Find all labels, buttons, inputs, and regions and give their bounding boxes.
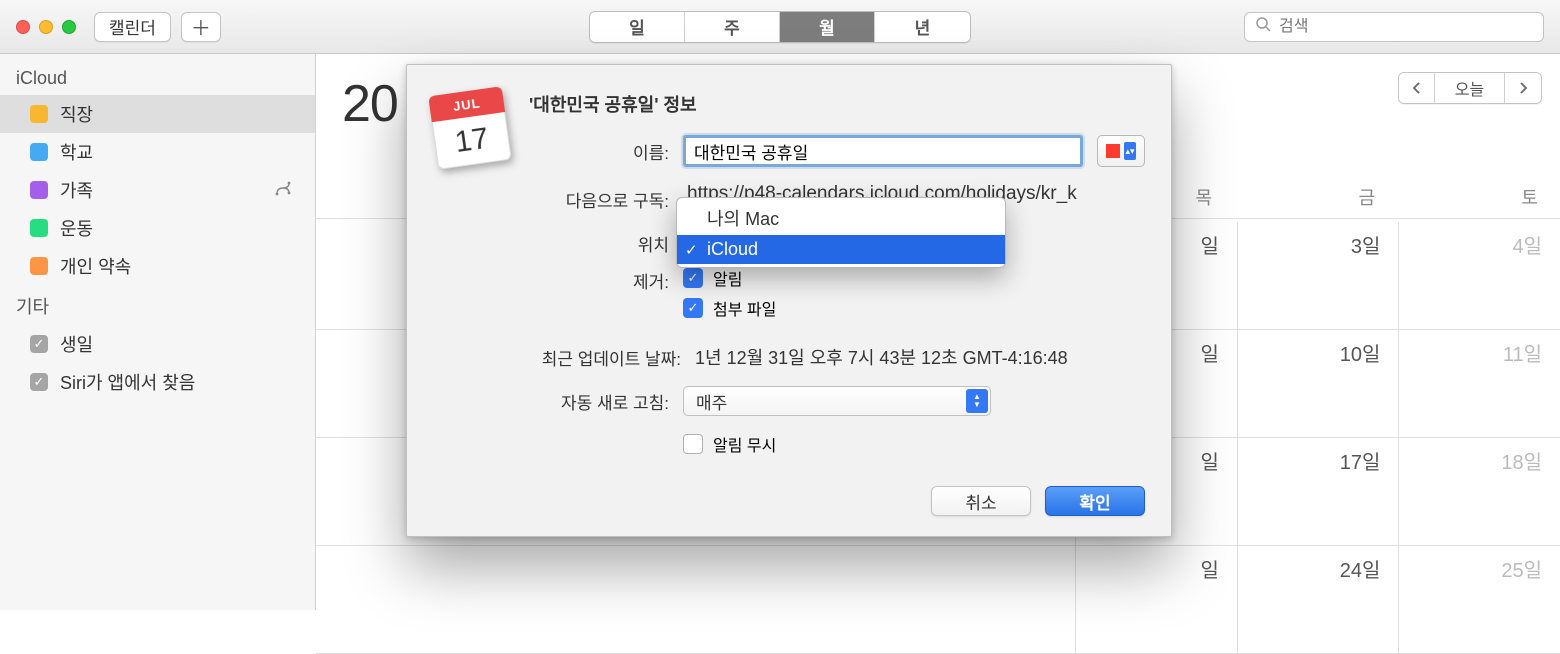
remove-label: 제거: (529, 266, 669, 293)
color-swatch-icon (30, 143, 48, 161)
search-icon (1255, 16, 1271, 37)
subscribe-url-label: 다음으로 구독: (529, 187, 669, 212)
close-window-button[interactable] (16, 20, 30, 34)
location-label: 위치 (529, 231, 669, 256)
color-swatch-icon (30, 181, 48, 199)
calendar-cell[interactable]: 10일 (1238, 330, 1400, 437)
checkbox-icon[interactable]: ✓ (30, 335, 48, 353)
sidebar-section-other: 기타 (0, 285, 315, 325)
dow-saturday: 토 (1397, 184, 1560, 218)
sidebar-item-birthdays[interactable]: ✓ 생일 (0, 325, 315, 363)
calendar-cell[interactable]: 4일 (1399, 222, 1560, 329)
traffic-lights (16, 20, 76, 34)
last-updated-label: 최근 업데이트 날짜: (529, 345, 681, 370)
dow-friday: 금 (1234, 184, 1397, 218)
month-nav: 오늘 (1398, 72, 1542, 104)
view-segmented-control: 일 주 월 년 (589, 11, 971, 43)
view-month-tab[interactable]: 월 (780, 12, 875, 42)
next-month-button[interactable] (1505, 73, 1541, 103)
calendar-cell[interactable]: 25일 (1399, 546, 1560, 653)
view-year-tab[interactable]: 년 (875, 12, 970, 42)
sidebar-section-icloud: iCloud (0, 60, 315, 95)
calendar-cell[interactable]: 18일 (1399, 438, 1560, 545)
app-title-button[interactable]: 캘린더 (94, 12, 171, 42)
checkmark-icon: ✓ (685, 241, 698, 259)
updown-icon: ▴▾ (1124, 142, 1136, 160)
calendar-cell[interactable]: 24일 (1238, 546, 1400, 653)
calendar-app-icon: JUL 17 (428, 86, 512, 170)
sidebar-item-label: 운동 (60, 215, 93, 241)
shared-icon (275, 180, 293, 201)
sidebar-item-exercise[interactable]: 운동 (0, 209, 315, 247)
color-swatch-icon (30, 257, 48, 275)
popup-item-my-mac[interactable]: 나의 Mac (677, 201, 1005, 235)
subscription-info-dialog: JUL 17 '대한민국 공휴일' 정보 이름: ▴▾ 다음으로 구독: htt… (406, 64, 1172, 537)
calendar-cell[interactable]: 17일 (1238, 438, 1400, 545)
calendar-cell[interactable]: 3일 (1238, 222, 1400, 329)
ok-button[interactable]: 확인 (1045, 486, 1145, 516)
ignore-alerts-label: 알림 무시 (713, 432, 776, 456)
checkbox-empty-icon[interactable] (683, 434, 703, 454)
prev-month-button[interactable] (1399, 73, 1435, 103)
checkbox-icon[interactable]: ✓ (30, 373, 48, 391)
auto-refresh-label: 자동 새로 고침: (529, 389, 669, 414)
checkbox-checked-icon[interactable]: ✓ (683, 268, 703, 288)
sidebar-item-school[interactable]: 학교 (0, 133, 315, 171)
dialog-title: '대한민국 공휴일' 정보 (529, 91, 1145, 117)
color-swatch-icon (30, 219, 48, 237)
ignore-alerts-row[interactable]: 알림 무시 (683, 432, 776, 456)
sidebar-item-label: 생일 (60, 331, 93, 357)
remove-attachments-row[interactable]: ✓ 첨부 파일 (683, 296, 776, 320)
calendar-row: 일 24일 25일 (316, 546, 1560, 654)
name-input[interactable] (683, 135, 1083, 167)
popup-item-icloud[interactable]: ✓ iCloud (677, 235, 1005, 264)
view-day-tab[interactable]: 일 (590, 12, 685, 42)
sidebar-item-label: 직장 (60, 101, 93, 127)
calendar-icon-day: 17 (432, 112, 512, 170)
color-picker[interactable]: ▴▾ (1097, 135, 1145, 167)
minimize-window-button[interactable] (39, 20, 53, 34)
search-field-wrap[interactable] (1244, 12, 1544, 42)
sidebar-item-family[interactable]: 가족 (0, 171, 315, 209)
last-updated-value: 1년 12월 31일 오후 7시 43분 12초 GMT-4:16:48 (695, 344, 1068, 370)
cancel-button[interactable]: 취소 (931, 486, 1031, 516)
sidebar-item-siri[interactable]: ✓ Siri가 앱에서 찾음 (0, 363, 315, 401)
popup-item-label: 나의 Mac (707, 205, 779, 231)
remove-attachments-label: 첨부 파일 (713, 296, 776, 320)
sidebar-item-personal[interactable]: 개인 약속 (0, 247, 315, 285)
calendar-cell[interactable]: 11일 (1399, 330, 1560, 437)
zoom-window-button[interactable] (62, 20, 76, 34)
calendar-cell-hidden (316, 546, 1076, 653)
new-event-button[interactable]: ＋ (181, 12, 221, 42)
popup-item-label: iCloud (707, 239, 758, 260)
color-swatch-icon (30, 105, 48, 123)
sidebar-item-work[interactable]: 직장 (0, 95, 315, 133)
sidebar-item-label: 개인 약속 (60, 253, 131, 279)
titlebar: 캘린더 ＋ 일 주 월 년 (0, 0, 1560, 54)
updown-icon: ▲▼ (966, 389, 988, 413)
remove-alerts-label: 알림 (713, 266, 742, 290)
sidebar: iCloud 직장 학교 가족 운동 개인 약속 기타 ✓ 생일 (0, 54, 316, 610)
remove-alerts-row[interactable]: ✓ 알림 (683, 266, 776, 290)
color-preview-icon (1106, 144, 1120, 158)
sidebar-item-label: 가족 (60, 177, 93, 203)
calendar-cell[interactable]: 일 (1076, 546, 1238, 653)
auto-refresh-value: 매주 (696, 389, 727, 414)
sidebar-item-label: 학교 (60, 139, 93, 165)
year-label: 20 (342, 74, 398, 134)
view-week-tab[interactable]: 주 (685, 12, 780, 42)
today-button[interactable]: 오늘 (1435, 73, 1505, 103)
auto-refresh-select[interactable]: 매주 ▲▼ (683, 386, 991, 416)
checkbox-checked-icon[interactable]: ✓ (683, 298, 703, 318)
search-input[interactable] (1279, 18, 1533, 36)
name-label: 이름: (529, 139, 669, 164)
location-popup-menu: 나의 Mac ✓ iCloud (676, 197, 1006, 268)
sidebar-item-label: Siri가 앱에서 찾음 (60, 369, 195, 395)
